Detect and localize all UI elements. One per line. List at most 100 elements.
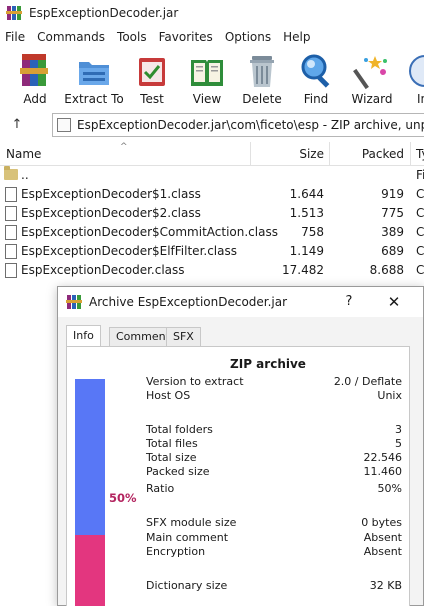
file-name: EspExceptionDecoder$CommitAction.class (21, 225, 278, 239)
file-name: EspExceptionDecoder$ElfFilter.class (21, 244, 237, 258)
file-size: 1.644 (289, 187, 324, 201)
path-field[interactable]: EspExceptionDecoder.jar\com\ficeto\esp -… (52, 113, 424, 137)
archive-icon (57, 118, 71, 132)
field-label: Total size (146, 451, 197, 464)
column-separator[interactable] (410, 142, 411, 166)
file-icon (5, 244, 17, 259)
menu-tools[interactable]: Tools (111, 26, 153, 48)
dialog-title: Archive EspExceptionDecoder.jar (89, 295, 288, 309)
file-type: C (416, 225, 424, 239)
column-type[interactable]: Ty (416, 142, 424, 166)
find-button[interactable]: Find (297, 48, 335, 110)
file-packed: 919 (381, 187, 404, 201)
info-button[interactable]: In (406, 48, 424, 110)
archive-info-dialog: Archive EspExceptionDecoder.jar ? ✕ Info… (57, 286, 424, 606)
file-size: 17.482 (282, 263, 324, 277)
file-list: .. Fi EspExceptionDecoder$1.class 1.644 … (0, 166, 424, 280)
add-button-label: Add (23, 92, 47, 106)
archive-type-heading: ZIP archive (230, 357, 306, 371)
file-type: C (416, 244, 424, 258)
file-icon (5, 225, 17, 240)
field-value: 2.0 / Deflate (333, 375, 402, 388)
field-value: 50% (377, 482, 402, 495)
delete-button[interactable]: Delete (242, 48, 282, 110)
field-label: Total folders (146, 423, 213, 436)
test-label: Test (140, 92, 164, 106)
file-size: 758 (301, 225, 324, 239)
toolbar: Add Extract To Test View Delete Find Wiz… (0, 48, 424, 110)
wizard-button[interactable]: Wizard (351, 48, 393, 110)
tab-info[interactable]: Info (66, 325, 101, 347)
column-size[interactable]: Size (299, 142, 324, 166)
field-label: Ratio (146, 482, 175, 495)
file-row[interactable]: EspExceptionDecoder$CommitAction.class 7… (0, 223, 424, 242)
winrar-app-icon (6, 5, 22, 21)
extract-to-button[interactable]: Extract To (64, 48, 124, 110)
field-total-folders: Total folders 3 (146, 423, 402, 437)
file-size: 1.149 (289, 244, 324, 258)
field-label: Main comment (146, 531, 229, 544)
field-label: Packed size (146, 465, 210, 478)
column-separator[interactable] (250, 142, 251, 166)
file-row[interactable]: EspExceptionDecoder$2.class 1.513 775 C (0, 204, 424, 223)
field-value: Unix (377, 389, 402, 402)
field-ratio: Ratio 50% (146, 482, 402, 496)
close-button[interactable]: ✕ (386, 287, 402, 317)
compression-ratio-bar (75, 379, 105, 606)
dialog-title-bar[interactable]: Archive EspExceptionDecoder.jar ? ✕ (58, 287, 423, 317)
field-value: 5 (395, 437, 402, 450)
up-arrow-icon[interactable]: ↑ (8, 116, 26, 134)
extract-to-icon (75, 52, 113, 90)
column-separator[interactable] (329, 142, 330, 166)
delete-icon (243, 52, 281, 90)
info-panel: ZIP archive 50% Version to extract 2.0 /… (66, 346, 410, 606)
parent-folder-row[interactable]: .. Fi (0, 166, 424, 185)
field-label: Version to extract (146, 375, 244, 388)
field-value: 0 bytes (361, 516, 402, 529)
menu-bar: File Commands Tools Favorites Options He… (0, 26, 424, 48)
column-name[interactable]: Name (6, 142, 41, 166)
packed-portion-fill (75, 379, 105, 535)
wizard-icon (353, 52, 391, 90)
add-button[interactable]: Add (16, 48, 54, 110)
help-button[interactable]: ? (341, 287, 357, 317)
tab-sfx[interactable]: SFX (166, 327, 201, 347)
extract-to-label: Extract To (64, 92, 124, 106)
find-icon (297, 52, 335, 90)
menu-commands[interactable]: Commands (31, 26, 111, 48)
field-total-files: Total files 5 (146, 437, 402, 451)
file-icon (5, 187, 17, 202)
test-button[interactable]: Test (133, 48, 171, 110)
field-sfx-module-size: SFX module size 0 bytes (146, 516, 402, 530)
field-version-to-extract: Version to extract 2.0 / Deflate (146, 375, 402, 389)
menu-options[interactable]: Options (219, 26, 277, 48)
delete-label: Delete (242, 92, 282, 106)
field-total-size: Total size 22.546 (146, 451, 402, 465)
field-value: Absent (363, 531, 402, 544)
find-label: Find (303, 92, 329, 106)
field-value: Absent (363, 545, 402, 558)
file-row[interactable]: EspExceptionDecoder$ElfFilter.class 1.14… (0, 242, 424, 261)
file-packed: 389 (381, 225, 404, 239)
column-packed[interactable]: Packed (362, 142, 404, 166)
field-encryption: Encryption Absent (146, 545, 402, 559)
file-icon (5, 206, 17, 221)
view-button[interactable]: View (186, 48, 228, 110)
field-value: 32 KB (369, 579, 402, 592)
field-label: Dictionary size (146, 579, 228, 592)
menu-file[interactable]: File (0, 26, 31, 48)
add-archive-icon (16, 52, 54, 90)
sort-up-icon: ^ (120, 142, 128, 152)
menu-help[interactable]: Help (277, 26, 316, 48)
field-packed-size: Packed size 11.460 (146, 465, 402, 479)
file-packed: 775 (381, 206, 404, 220)
file-icon (5, 263, 17, 278)
ratio-percent-label: 50% (109, 491, 137, 505)
file-row[interactable]: EspExceptionDecoder$1.class 1.644 919 C (0, 185, 424, 204)
file-type: C (416, 206, 424, 220)
file-row[interactable]: EspExceptionDecoder.class 17.482 8.688 C (0, 261, 424, 280)
field-value: 11.460 (363, 465, 403, 478)
file-type: C (416, 187, 424, 201)
file-name: EspExceptionDecoder$2.class (21, 206, 201, 220)
menu-favorites[interactable]: Favorites (153, 26, 219, 48)
